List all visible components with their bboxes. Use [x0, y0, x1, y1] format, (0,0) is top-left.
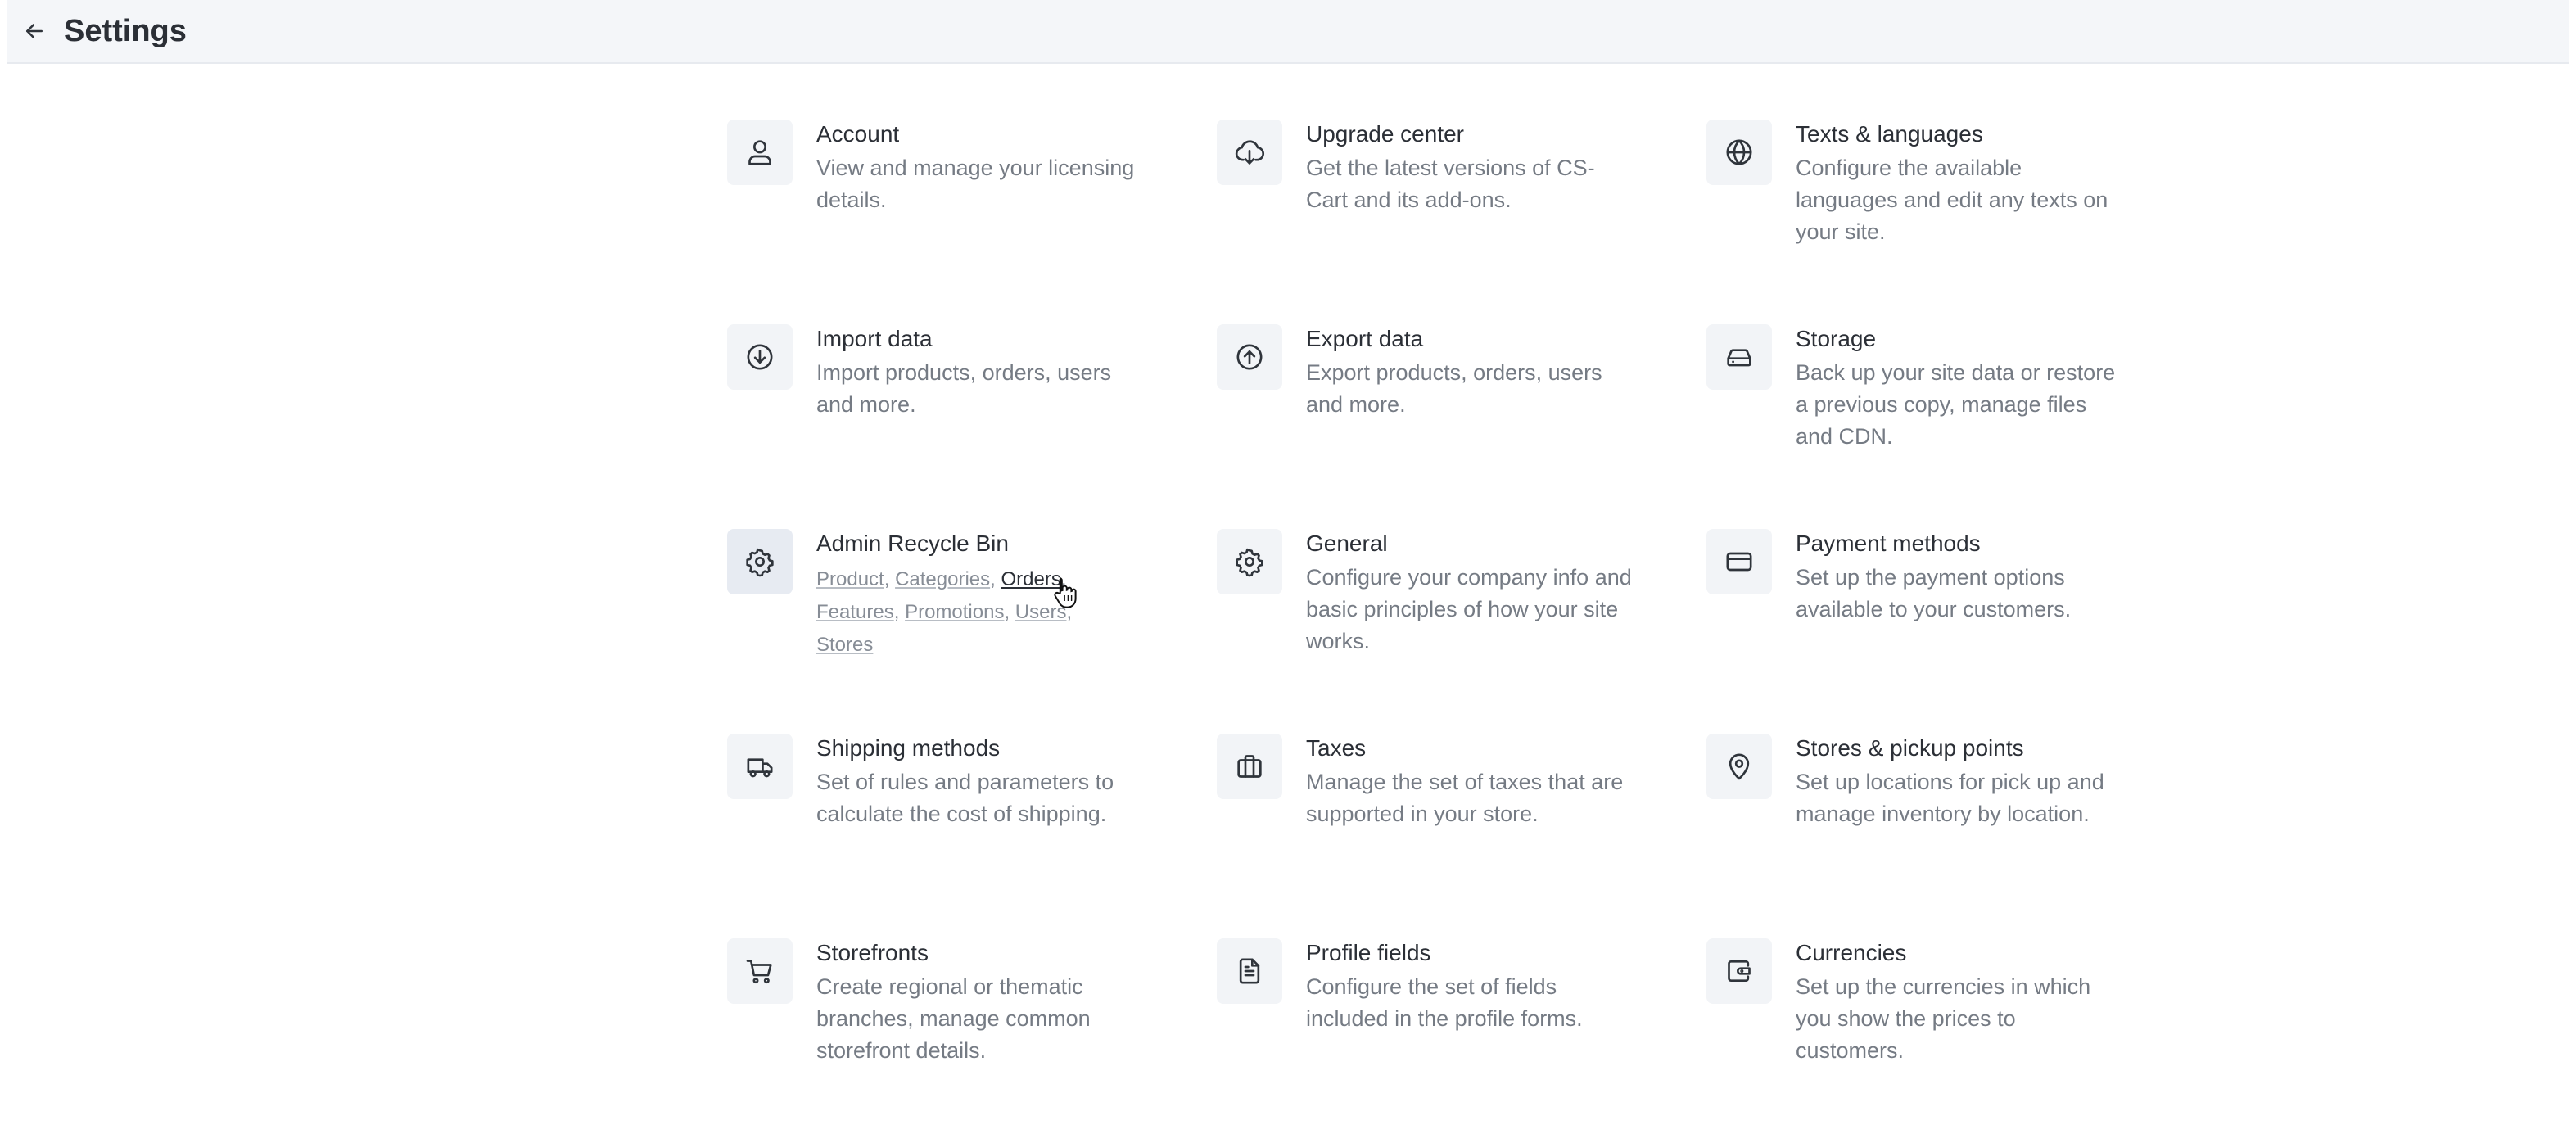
settings-card-account[interactable]: Account View and manage your licensing d… — [727, 120, 1217, 324]
map-pin-icon — [1729, 753, 1750, 780]
shopping-cart-icon — [746, 960, 772, 984]
card-title: Taxes — [1306, 735, 1367, 761]
card-description: Set up locations for pick up and manage … — [1796, 770, 2104, 826]
card-description: Create regional or thematic branches, ma… — [816, 974, 1091, 1063]
card-title: Storefronts — [816, 940, 929, 965]
recycle-link-features[interactable]: Features — [816, 601, 894, 623]
card-description: Back up your site data or restore a prev… — [1796, 360, 2116, 449]
settings-card-profile-fields[interactable]: Profile fields Configure the set of fiel… — [1217, 938, 1706, 1143]
settings-card-stores-pickup[interactable]: Stores & pickup points Set up locations … — [1706, 734, 2165, 938]
card-description: Set up the currencies in which you show … — [1796, 974, 2091, 1063]
settings-card-storage[interactable]: Storage Back up your site data or restor… — [1706, 324, 2165, 529]
settings-card-storefronts[interactable]: Storefronts Create regional or thematic … — [727, 938, 1217, 1143]
card-description: Set up the payment options available to … — [1796, 565, 2072, 621]
settings-card-export-data[interactable]: Export data Export products, orders, use… — [1217, 324, 1706, 529]
back-button[interactable] — [15, 11, 54, 51]
arrow-up-circle-icon — [1236, 344, 1263, 370]
settings-card-taxes[interactable]: Taxes Manage the set of taxes that are s… — [1217, 734, 1706, 938]
settings-card-payment-methods[interactable]: Payment methods Set up the payment optio… — [1706, 529, 2165, 734]
page-title: Settings — [64, 13, 187, 48]
card-title: Storage — [1796, 326, 1877, 351]
card-description: Get the latest versions of CS-Cart and i… — [1306, 156, 1595, 212]
truck-icon — [747, 758, 773, 778]
recycle-link-product[interactable]: Product — [816, 568, 884, 590]
card-title: Payment methods — [1796, 531, 1981, 556]
settings-card-upgrade-center[interactable]: Upgrade center Get the latest versions o… — [1217, 120, 1706, 324]
card-title: Stores & pickup points — [1796, 735, 2024, 761]
card-title: Account — [816, 121, 900, 147]
card-description: Set of rules and parameters to calculate… — [816, 770, 1114, 826]
card-title: Texts & languages — [1796, 121, 1983, 147]
globe-icon — [1726, 139, 1752, 165]
card-title: General — [1306, 531, 1388, 556]
card-title: Export data — [1306, 326, 1424, 351]
recycle-link-promotions[interactable]: Promotions — [905, 601, 1004, 623]
settings-card-shipping-methods[interactable]: Shipping methods Set of rules and parame… — [727, 734, 1217, 938]
file-text-icon — [1239, 958, 1260, 984]
top-bar: Settings — [7, 0, 2569, 64]
settings-grid: Account View and manage your licensing d… — [727, 120, 2165, 1143]
arrow-left-icon — [26, 24, 43, 38]
settings-card-currencies[interactable]: Currencies Set up the currencies in whic… — [1706, 938, 2165, 1143]
gear-icon — [746, 548, 774, 577]
card-title: Profile fields — [1306, 940, 1431, 965]
card-description: Import products, orders, users and more. — [816, 360, 1112, 417]
hard-drive-icon — [1727, 349, 1751, 367]
card-title: Shipping methods — [816, 735, 1001, 761]
arrow-down-circle-icon — [747, 344, 773, 370]
recycle-bin-links: Product, Categories, Orders, Features, P… — [816, 568, 1073, 656]
cloud-download-icon — [1235, 140, 1265, 165]
recycle-link-categories[interactable]: Categories — [895, 568, 990, 590]
card-description: View and manage your licensing details. — [816, 156, 1135, 212]
card-title: Upgrade center — [1306, 121, 1465, 147]
credit-card-icon — [1726, 552, 1752, 572]
card-description: Configure the available languages and ed… — [1796, 156, 2108, 244]
settings-card-texts-languages[interactable]: Texts & languages Configure the availabl… — [1706, 120, 2165, 324]
card-description: Configure your company info and basic pr… — [1306, 565, 1632, 653]
settings-card-admin-recycle-bin[interactable]: Admin Recycle Bin Product, Categories, O… — [727, 529, 1217, 734]
card-title: Admin Recycle Bin — [816, 531, 1009, 556]
wallet-icon — [1728, 960, 1751, 982]
recycle-link-orders[interactable]: Orders — [1001, 568, 1060, 590]
card-description: Manage the set of taxes that are support… — [1306, 770, 1624, 826]
card-title: Import data — [816, 326, 933, 351]
card-description: Configure the set of fields included in … — [1306, 974, 1583, 1031]
recycle-link-stores[interactable]: Stores — [816, 634, 873, 656]
card-title: Currencies — [1796, 940, 1907, 965]
card-description: Export products, orders, users and more. — [1306, 360, 1602, 417]
recycle-link-users[interactable]: Users — [1015, 601, 1067, 623]
briefcase-icon — [1237, 755, 1262, 778]
gear-icon — [1236, 548, 1263, 577]
settings-card-general[interactable]: General Configure your company info and … — [1217, 529, 1706, 734]
settings-card-import-data[interactable]: Import data Import products, orders, use… — [727, 324, 1217, 529]
user-icon — [748, 140, 771, 165]
